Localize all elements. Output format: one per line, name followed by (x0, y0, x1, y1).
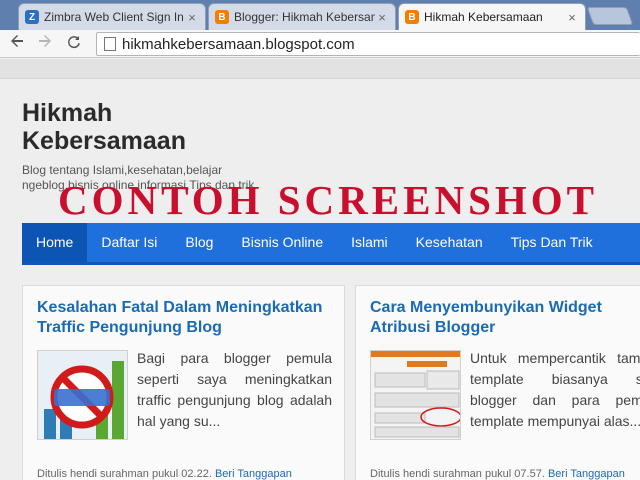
menu-item-blog[interactable]: Blog (171, 223, 227, 262)
comment-link[interactable]: Beri Tanggapan (215, 468, 292, 480)
browser-toolbar: hikmahkebersamaan.blogspot.com (0, 30, 640, 58)
post-card: Cara Menyembunyikan Widget Atribusi Blog… (355, 285, 640, 480)
close-icon[interactable]: × (565, 10, 579, 25)
tab-hikmah-kebersamaan[interactable]: B Hikmah Kebersamaan × (398, 3, 586, 30)
menu-item-tips-dan-trik[interactable]: Tips Dan Trik (497, 223, 607, 262)
watermark-text: CONTOH SCREENSHOT (58, 177, 599, 223)
post-meta-text: Ditulis hendi surahman pukul 07.57. (370, 468, 545, 480)
forward-arrow-icon[interactable] (34, 33, 56, 55)
stop-sign-chart-image[interactable] (37, 350, 128, 440)
url-text: hikmahkebersamaan.blogspot.com (122, 35, 355, 53)
browser-tab-bar: Z Zimbra Web Client Sign In × B Blogger:… (0, 0, 640, 30)
post-title-link[interactable]: Cara Menyembunyikan Widget Atribusi Blog… (370, 298, 640, 338)
menu-item-daftar-isi[interactable]: Daftar Isi (87, 223, 171, 262)
blog-page: Hikmah Kebersamaan Blog tentang Islami,k… (0, 59, 640, 480)
tab-label: Hikmah Kebersamaan (424, 10, 543, 24)
tab-label: Zimbra Web Client Sign In (44, 10, 184, 24)
menu-item-home[interactable]: Home (22, 223, 88, 262)
post-title-link[interactable]: Kesalahan Fatal Dalam Meningkatkan Traff… (37, 298, 327, 338)
tab-blogger-dashboard[interactable]: B Blogger: Hikmah Kebersamaan × (208, 3, 396, 30)
tab-label: Blogger: Hikmah Kebersamaan (234, 10, 375, 24)
post-card: Kesalahan Fatal Dalam Meningkatkan Traff… (22, 285, 345, 480)
post-excerpt: Bagi para blogger pemula seperti saya me… (137, 350, 332, 429)
zimbra-icon: Z (25, 10, 39, 24)
back-arrow-icon[interactable] (6, 33, 28, 55)
menu-item-kesehatan[interactable]: Kesehatan (402, 223, 497, 262)
new-tab-button[interactable] (586, 7, 634, 25)
comment-link[interactable]: Beri Tanggapan (548, 468, 625, 480)
blogger-icon: B (405, 10, 419, 24)
post-meta: Ditulis hendi surahman pukul 02.22. Beri… (37, 468, 292, 480)
main-menu: Home Daftar Isi Blog Bisnis Online Islam… (22, 223, 640, 265)
post-meta: Ditulis hendi surahman pukul 07.57. Beri… (370, 468, 625, 480)
post-meta-text: Ditulis hendi surahman pukul 02.22. (37, 468, 212, 480)
menu-item-bisnis-online[interactable]: Bisnis Online (227, 223, 337, 262)
blogger-icon: B (215, 10, 229, 24)
close-icon[interactable]: × (375, 10, 389, 25)
reload-icon[interactable] (63, 33, 85, 55)
tab-zimbra[interactable]: Z Zimbra Web Client Sign In × (18, 3, 206, 30)
navbar-band (0, 59, 640, 79)
address-bar[interactable]: hikmahkebersamaan.blogspot.com (96, 32, 640, 56)
menu-item-islami[interactable]: Islami (337, 223, 402, 262)
post-excerpt: Untuk mempercantik tampilan template bia… (470, 350, 640, 429)
page-icon (104, 37, 116, 51)
blog-title[interactable]: Hikmah Kebersamaan (22, 99, 242, 155)
blogger-layout-screenshot-image[interactable] (370, 350, 461, 440)
close-icon[interactable]: × (185, 10, 199, 25)
